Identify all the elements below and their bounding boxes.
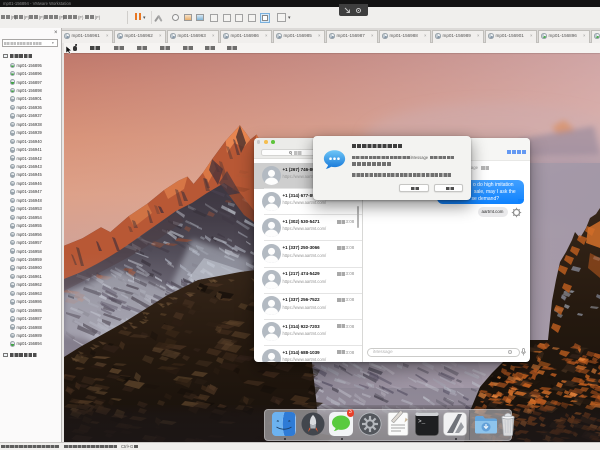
svg-text:>_: >_ — [418, 418, 426, 425]
